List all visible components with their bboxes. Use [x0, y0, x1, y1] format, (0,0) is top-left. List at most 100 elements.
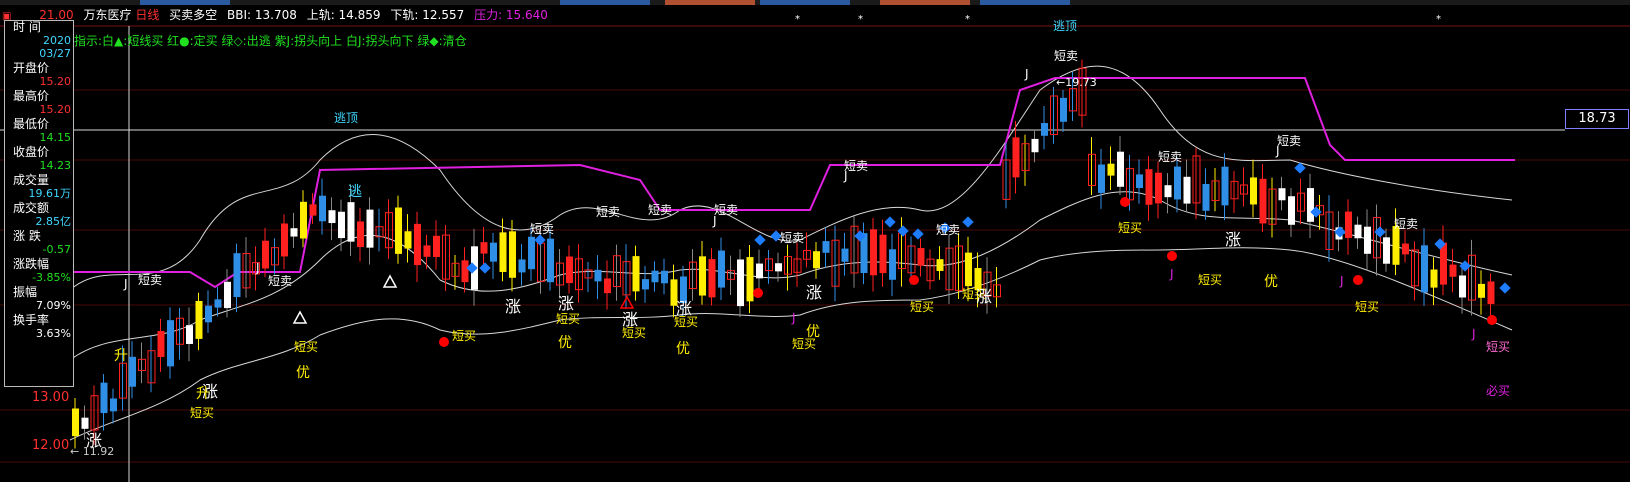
candle-body — [1164, 185, 1172, 198]
candle-body — [1041, 123, 1048, 136]
candle-body — [1440, 242, 1447, 285]
signal-label: 升 — [196, 386, 210, 402]
buy-triangle — [619, 295, 635, 309]
signal-label: 短买 — [294, 340, 318, 354]
signal-label: 优 — [676, 341, 690, 357]
candle-body — [195, 300, 203, 339]
candle-body — [1174, 166, 1181, 200]
min-price-label: ← 11.92 — [70, 445, 115, 458]
change-value: -0.57 — [42, 243, 71, 256]
candle-body — [1478, 283, 1485, 298]
volume-value: 19.61万 — [28, 187, 72, 200]
candle-body — [604, 278, 611, 294]
candle-body — [642, 279, 649, 290]
max-price-label: ←19.73 — [1056, 76, 1097, 89]
signal-label: J — [791, 311, 796, 325]
candle-body — [518, 259, 526, 273]
candle-body — [1155, 172, 1162, 204]
candle-body — [1307, 188, 1314, 222]
candlestick-chart[interactable]: * * * * 逃顶逃顶短卖 短卖短卖短卖 短卖 短卖短卖短卖短卖短卖短卖短卖短卖短买短买短… — [0, 0, 1630, 482]
volume-label: 成交量 — [13, 173, 50, 187]
star-marker: * — [795, 14, 800, 25]
candle-body — [1459, 275, 1466, 298]
signal-label: 优 — [806, 324, 820, 340]
signal-label: J — [843, 169, 848, 183]
candle-body — [100, 382, 108, 414]
clear-diamond — [754, 234, 766, 246]
clear-diamond — [534, 234, 546, 246]
candle-body — [205, 305, 212, 323]
clear-diamond — [897, 225, 909, 237]
candle-body — [366, 209, 374, 248]
signal-label: 逃顶 — [1053, 19, 1077, 33]
candle-body — [404, 231, 412, 249]
candle-body — [1383, 237, 1390, 264]
candle-body — [775, 263, 782, 272]
candle-body — [214, 299, 222, 308]
candle-body — [461, 260, 469, 283]
signal-label: 涨 — [558, 294, 574, 313]
candle-body — [319, 195, 326, 222]
candle-body — [357, 221, 364, 248]
turnover-value: 3.63% — [36, 327, 71, 340]
turnover-label: 换手率 — [13, 313, 50, 327]
candle-body — [1031, 138, 1039, 153]
close-value: 14.23 — [39, 159, 72, 172]
buy-dot — [1353, 275, 1363, 285]
candle-body — [338, 211, 345, 239]
signal-label: 短卖 — [780, 231, 804, 245]
pct-value: -3.85% — [32, 271, 71, 284]
candle-body — [1354, 224, 1362, 239]
candle-body — [395, 207, 402, 254]
buy-dot — [1487, 315, 1497, 325]
candle-body — [566, 256, 573, 284]
candle-body — [1430, 269, 1438, 288]
candle-body — [423, 245, 431, 257]
signal-label: 涨 — [1225, 230, 1241, 249]
candle-body — [1345, 211, 1352, 238]
candle-body — [708, 259, 716, 298]
signal-label: 短卖 — [530, 222, 554, 236]
signal-label: 短卖 — [1158, 150, 1182, 164]
candle-body — [746, 257, 754, 302]
candle-body — [347, 202, 355, 242]
candle-body — [1012, 137, 1020, 178]
date-value: 03/27 — [39, 47, 71, 60]
buy-triangle — [382, 274, 398, 288]
indicator-legend: 指示:白▲:短线买 红●:定买 绿◇:出逃 紫J:拐头向上 白J:拐头向下 绿◆… — [74, 34, 467, 48]
candle-body — [1487, 281, 1495, 305]
candle-body — [414, 223, 421, 266]
signal-label: 短买 — [1355, 300, 1379, 314]
signal-label: 短买 — [1486, 340, 1510, 354]
buy-dot — [1120, 197, 1130, 207]
open-label: 开盘价 — [13, 61, 50, 75]
buy-dot — [1167, 251, 1177, 261]
candle-body — [1136, 174, 1143, 189]
signal-label: 短卖 — [138, 273, 162, 287]
signal-label: 涨 — [622, 310, 638, 329]
candle-body — [661, 270, 668, 284]
candle-body — [594, 269, 602, 282]
candle-body — [1250, 177, 1257, 205]
signal-label: 短买 — [910, 300, 934, 314]
buy-dot — [439, 337, 449, 347]
candle-body — [1449, 264, 1457, 277]
candle-body — [233, 253, 241, 298]
candle-body — [1278, 188, 1286, 201]
signal-label: 逃 — [348, 184, 362, 200]
y-axis-label-13: 13.00 — [32, 390, 70, 405]
candle-body — [281, 223, 288, 257]
signal-label: 短卖 — [596, 205, 620, 219]
candle-body — [1117, 151, 1124, 187]
low-label: 最低价 — [13, 117, 50, 131]
candle-body — [490, 242, 497, 262]
high-label: 最高价 — [13, 89, 50, 103]
signal-label: 涨 — [676, 299, 692, 318]
candle-body — [309, 204, 317, 216]
candle-body — [1107, 163, 1115, 176]
candle-body — [1202, 183, 1210, 211]
signal-label: 涨 — [806, 283, 822, 302]
candle-body — [870, 229, 877, 276]
signal-label: 短卖 — [1394, 217, 1418, 231]
star-marker: * — [1436, 14, 1441, 25]
